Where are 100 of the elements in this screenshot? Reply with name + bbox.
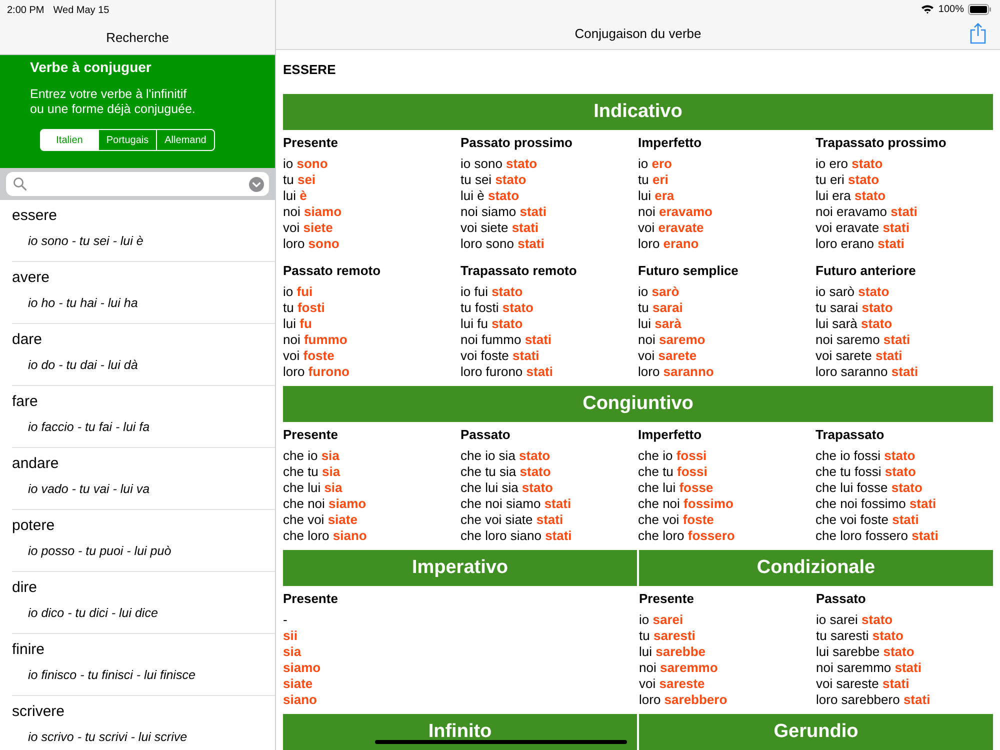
verb-list-item[interactable]: potere io posso - tu puoi - lui può: [12, 510, 275, 572]
conjugation-line: tu sei: [283, 172, 317, 188]
verb-list-item[interactable]: dare io do - tu dai - lui dà: [12, 324, 275, 386]
tense-name: Trapassato remoto: [460, 263, 578, 280]
verb-list-item[interactable]: scrivere io scrivo - tu scrivi - lui scrive: [12, 696, 275, 750]
conjugation-line: che loro siano: [283, 528, 368, 544]
conjugation-line: loro saranno stati: [816, 364, 920, 380]
conjugation-line: tu sei stato: [460, 172, 528, 188]
conjugation-line: siate: [283, 676, 314, 692]
verb-list-item[interactable]: essere io sono - tu sei - lui è: [12, 200, 275, 262]
conjugation-line: noi saremo stati: [816, 332, 912, 348]
verb-forms: io scrivo - tu scrivi - lui scrive: [28, 730, 188, 744]
conjugation-line: voi siete: [283, 220, 334, 236]
conjugation-line: che io fossi stato: [816, 448, 916, 464]
verb-forms: io posso - tu puoi - lui può: [28, 544, 172, 558]
conjugation-line: voi siete stati: [460, 220, 540, 236]
conjugation-line: tu saresti: [639, 628, 696, 644]
tense-name: Passato: [816, 591, 867, 608]
tense-name: Passato: [460, 427, 512, 444]
verb-forms: io faccio - tu fai - lui fa: [28, 420, 151, 434]
conjugation-line: io sono stato: [460, 156, 538, 172]
conjugation-line: che noi siamo: [283, 496, 368, 512]
conjugation-line: che tu fossi stato: [816, 464, 917, 480]
tense-name: Trapassato: [816, 427, 886, 444]
verb-forms: io ho - tu hai - lui ha: [28, 296, 139, 310]
conjugation-line: tu sarai: [638, 300, 684, 316]
language-tab[interactable]: Portugais: [98, 129, 157, 151]
tense-name: Imperfetto: [638, 427, 703, 444]
battery-icon: [968, 4, 992, 15]
verb-list-item[interactable]: finire io finisco - tu finisci - lui finisce: [12, 634, 275, 696]
conjugation-line: voi sareste: [639, 676, 706, 692]
verb-name: potere: [12, 517, 56, 534]
share-icon[interactable]: [970, 23, 986, 44]
verb-list-item[interactable]: fare io faccio - tu fai - lui fa: [12, 386, 275, 448]
conjugation-line: io fui stato: [460, 284, 524, 300]
conjugation-line: lui è: [283, 188, 308, 204]
verb-name: dare: [12, 331, 44, 348]
verb-forms: io sono - tu sei - lui è: [28, 234, 144, 248]
tense-name: Futuro semplice: [638, 263, 740, 280]
conjugation-line: lui sarà: [638, 316, 682, 332]
conjugation-line: io sarò stato: [816, 284, 890, 300]
conjugation-line: io ero: [638, 156, 673, 172]
conjugation-line: che loro fossero stati: [816, 528, 940, 544]
verb-list-item[interactable]: dire io dico - tu dici - lui dice: [12, 572, 275, 634]
conjugation-line: loro furono stati: [460, 364, 554, 380]
verb-name: scrivere: [12, 703, 66, 720]
conjugation-line: loro erano stati: [816, 236, 906, 252]
conjugation-line: tu saresti stato: [816, 628, 904, 644]
mood-header: Gerundio: [639, 714, 993, 750]
search-icon: [13, 177, 27, 191]
verb-name: avere: [12, 269, 51, 286]
sidebar-title: Recherche: [106, 30, 169, 44]
conjugation-line: voi foste: [283, 348, 336, 364]
search-field[interactable]: [6, 172, 269, 196]
status-date: Wed May 15: [53, 4, 110, 16]
language-tab[interactable]: Italien: [40, 129, 99, 151]
conjugation-line: voi sarete: [638, 348, 698, 364]
conjugation-line: noi saremo: [638, 332, 706, 348]
tense-name: Presente: [639, 591, 695, 608]
mood-header: Congiuntivo: [283, 386, 993, 422]
conjugation-line: io sono: [283, 156, 329, 172]
language-tab[interactable]: Allemand: [156, 129, 215, 151]
conjugation-line: loro erano: [638, 236, 700, 252]
conjugation-line: loro saranno: [638, 364, 715, 380]
conjugation-line: sii: [283, 628, 298, 644]
conjugation-line: siano: [283, 692, 318, 708]
conjugation-line: loro furono: [283, 364, 350, 380]
status-time: 2:00 PM: [7, 4, 44, 16]
panel-text: Entrez votre verbe à l'infinitif ou une forme déjà conjuguée.: [30, 87, 196, 117]
conjugation-line: loro sono stati: [460, 236, 546, 252]
chevron-down-icon[interactable]: [249, 176, 264, 192]
tense-name: Passato remoto: [283, 263, 382, 280]
mood-header: Condizionale: [639, 550, 993, 586]
conjugation-line: noi eravamo stati: [816, 204, 918, 220]
conjugation-line: noi siamo stati: [460, 204, 548, 220]
conjugation-line: lui fu stato: [460, 316, 524, 332]
conjugation-line: siamo: [283, 660, 322, 676]
conjugation-line: sia: [283, 644, 302, 660]
conjugation-line: io ero stato: [816, 156, 884, 172]
tense-name: Presente: [283, 427, 339, 444]
conjugation-line: io fui: [283, 284, 314, 300]
verb-forms: io dico - tu dici - lui dice: [28, 606, 159, 620]
tense-name: Presente: [283, 591, 339, 608]
verb-list-item[interactable]: andare io vado - tu vai - lui va: [12, 448, 275, 510]
conjugation-line: tu fosti stato: [460, 300, 534, 316]
verb-list-item[interactable]: avere io ho - tu hai - lui ha: [12, 262, 275, 324]
tense-name: Trapassato prossimo: [816, 135, 948, 152]
conjugation-line: che io fossi: [638, 448, 708, 464]
conjugation-line: voi foste stati: [460, 348, 540, 364]
conjugation-line: lui era: [638, 188, 676, 204]
conjugation-line: che voi foste stati: [816, 512, 920, 528]
wifi-icon: [921, 4, 934, 14]
conjugation-line: io sarò: [638, 284, 680, 300]
conjugation-line: che loro siano stati: [460, 528, 573, 544]
conjugation-line: voi eravate: [638, 220, 705, 236]
verb-forms: io finisco - tu finisci - lui finisce: [28, 668, 196, 682]
conjugation-line: lui era stato: [816, 188, 887, 204]
conjugation-line: loro sono: [283, 236, 340, 252]
conjugation-line: tu fosti: [283, 300, 326, 316]
verb-name: fare: [12, 393, 39, 410]
